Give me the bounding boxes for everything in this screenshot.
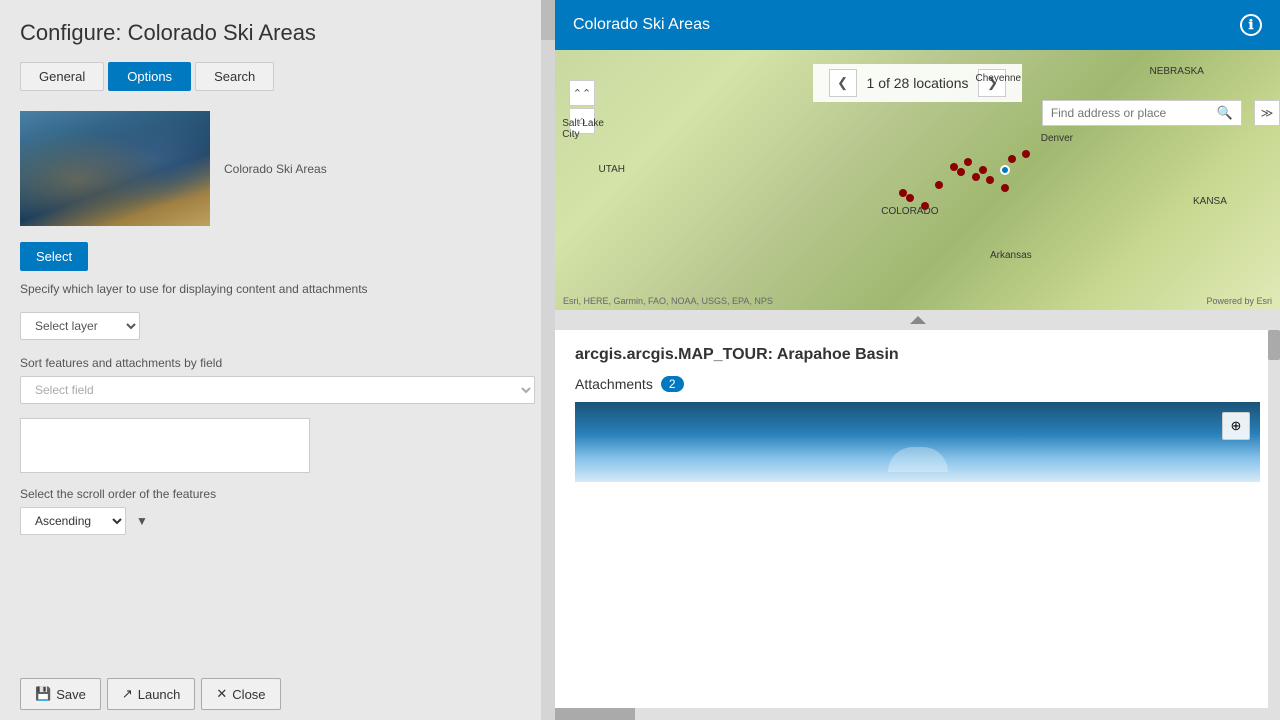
map-expand-btn[interactable]: ≫ (1254, 100, 1280, 126)
info-icon: ℹ (1249, 17, 1254, 33)
right-scrollbar-thumb (1268, 330, 1280, 360)
next-arrow-icon: ❯ (987, 75, 998, 91)
app-header: Colorado Ski Areas ℹ (555, 0, 1280, 50)
attachments-count: 2 (661, 376, 684, 392)
scroll-order-label: Select the scroll order of the features (20, 487, 535, 501)
zoom-up-btn[interactable]: ⌃⌃ (569, 80, 595, 106)
launch-icon: ↗ (122, 686, 133, 702)
map-dot (957, 168, 965, 176)
left-scrollbar-thumb (541, 0, 555, 40)
map-dot (935, 181, 943, 189)
field-select-container: Select field (20, 376, 535, 404)
map-dot (921, 202, 929, 210)
select-layer-container: Select layer (20, 312, 535, 340)
tab-general[interactable]: General (20, 62, 104, 91)
next-location-btn[interactable]: ❯ (978, 69, 1006, 97)
home-icon: ⌂ (579, 115, 586, 127)
close-button[interactable]: ✕ Close (201, 678, 280, 710)
map-thumbnail (20, 111, 210, 226)
scroll-order-row: Ascending Descending ▼ (20, 507, 535, 535)
left-panel-scrollbar[interactable] (541, 0, 555, 720)
map-dot (986, 176, 994, 184)
home-btn[interactable]: ⌂ (569, 108, 595, 134)
map-dot (972, 173, 980, 181)
sort-text-area[interactable] (20, 418, 310, 473)
content-image: ⊕ (575, 402, 1260, 482)
map-dot (899, 189, 907, 197)
map-dot (979, 166, 987, 174)
divider-arrow-icon (910, 316, 926, 324)
left-panel: Configure: Colorado Ski Areas General Op… (0, 0, 555, 720)
map-search-bar: 🔍 (1042, 100, 1242, 126)
map-source-row: Colorado Ski Areas (20, 111, 535, 226)
tab-options[interactable]: Options (108, 62, 191, 91)
select-button[interactable]: Select (20, 242, 88, 271)
active-map-dot (1000, 165, 1010, 175)
panel-divider[interactable] (555, 310, 1280, 330)
page-title: Configure: Colorado Ski Areas (20, 20, 535, 46)
right-panel: Colorado Ski Areas ℹ ⌃⌃ ⌂ ❮ (555, 0, 1280, 720)
launch-button[interactable]: ↗ Launch (107, 678, 196, 710)
attachments-label: Attachments (575, 376, 653, 392)
location-counter: ❮ 1 of 28 locations ❯ (813, 64, 1023, 102)
map-container: ⌃⌃ ⌂ ❮ 1 of 28 locations ❯ 🔍 (555, 50, 1280, 310)
app-title: Colorado Ski Areas (573, 16, 710, 34)
bottom-scrollbar-track (555, 708, 1280, 720)
location-text: 1 of 28 locations (867, 75, 969, 91)
close-icon: ✕ (216, 686, 227, 702)
up-arrows-icon: ⌃⌃ (573, 87, 591, 100)
scroll-order-dropdown[interactable]: Ascending Descending (20, 507, 126, 535)
tab-search[interactable]: Search (195, 62, 274, 91)
content-title: arcgis.arcgis.MAP_TOUR: Arapahoe Basin (575, 346, 1260, 364)
prev-location-btn[interactable]: ❮ (829, 69, 857, 97)
save-icon: 💾 (35, 686, 51, 702)
map-dot (1022, 150, 1030, 158)
content-area: arcgis.arcgis.MAP_TOUR: Arapahoe Basin A… (555, 330, 1280, 708)
attachments-header: Attachments 2 (575, 376, 1260, 392)
zoom-icon: ⊕ (1231, 418, 1242, 434)
search-input[interactable] (1051, 106, 1211, 120)
select-layer-dropdown[interactable]: Select layer (20, 312, 140, 340)
map-dot (1001, 184, 1009, 192)
save-button[interactable]: 💾 Save (20, 678, 101, 710)
map-nav-controls: ⌃⌃ ⌂ (569, 80, 595, 134)
right-content-scrollbar[interactable] (1268, 330, 1280, 708)
map-source-label: Colorado Ski Areas (224, 162, 327, 176)
bottom-scrollbar[interactable] (555, 708, 1280, 720)
tab-bar: General Options Search (20, 62, 535, 91)
sort-label: Sort features and attachments by field (20, 356, 535, 370)
search-icon[interactable]: 🔍 (1217, 105, 1233, 121)
map-attribution-left: Esri, HERE, Garmin, FAO, NOAA, USGS, EPA… (563, 296, 773, 306)
info-button[interactable]: ℹ (1240, 14, 1262, 36)
map-dot (1008, 155, 1016, 163)
map-dot (906, 194, 914, 202)
bottom-toolbar: 💾 Save ↗ Launch ✕ Close (20, 668, 535, 710)
map-attribution-right: Powered by Esri (1206, 296, 1272, 306)
hint-text: Specify which layer to use for displayin… (20, 281, 535, 298)
scroll-arrow-icon: ▼ (136, 514, 148, 528)
zoom-button[interactable]: ⊕ (1222, 412, 1250, 440)
prev-arrow-icon: ❮ (837, 75, 848, 91)
expand-icon: ≫ (1261, 106, 1274, 120)
select-field-dropdown[interactable]: Select field (20, 376, 535, 404)
map-dot (964, 158, 972, 166)
bottom-scrollbar-thumb (555, 708, 635, 720)
